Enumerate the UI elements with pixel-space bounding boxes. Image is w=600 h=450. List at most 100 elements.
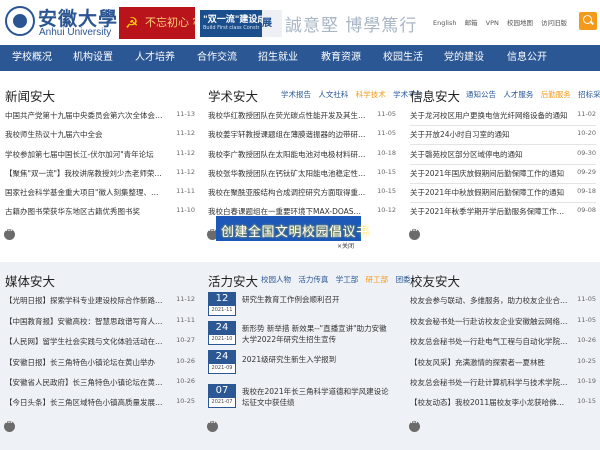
list-item[interactable]: 2021级研究生新生入学报到 [242, 354, 392, 365]
news-more-icon[interactable] [4, 228, 15, 240]
link-campus-map[interactable]: 校园地图 [507, 19, 533, 27]
list-item[interactable]: 国家社会科学基金重大项目"徽人刻集整理、研究..." 11-11 [5, 187, 195, 197]
popup-close-button[interactable]: ×关闭 [337, 241, 354, 250]
list-item[interactable]: 我校姜宇轩教授课题组在薄膜谐振器的边带研究... 11-05 [208, 129, 396, 139]
date-badge: 24 2021-10 [208, 321, 236, 345]
list-item[interactable]: 研究生教育工作例会顺利召开 [242, 294, 392, 305]
list-item[interactable]: 【今日头条】长三角区域特色小镇高质量发展论... 10-25 [5, 397, 195, 407]
popup-text: 创建全国文明校园倡议书 [221, 225, 370, 240]
nav-item-education[interactable]: 人才培养 [125, 45, 185, 71]
divider [410, 202, 596, 203]
tab-campus-figures[interactable]: 校园人物 [261, 275, 291, 284]
banner2-subtitle: Build First class Construction Achieveme… [203, 25, 259, 31]
nav-item-cooperation[interactable]: 合作交流 [187, 45, 247, 71]
tab-procurement[interactable]: 招标采购 [578, 90, 600, 99]
alumni-more-icon[interactable] [409, 420, 420, 432]
divider [410, 144, 596, 145]
nav-item-resources[interactable]: 教育资源 [311, 45, 371, 71]
notice-list: 关于龙河校区用户更换电信光纤网络设备的通知 11-02 关于开放24小时自习室的通… [410, 108, 596, 226]
tab-youth-league[interactable]: 团委 [396, 275, 411, 284]
divider [410, 164, 596, 165]
search-icon[interactable] [579, 12, 597, 30]
list-item[interactable]: 【校友动态】我校2011届校友李小龙获哈佛华人... 10-15 [410, 397, 596, 407]
list-item[interactable]: 古籍办图书荣获华东地区古籍优秀图书奖 11-10 [5, 206, 195, 216]
notice-more-icon[interactable] [409, 228, 420, 240]
notice-tabs: 通知公告 人才服务 后勤服务 招标采购 [466, 89, 600, 100]
university-logo[interactable]: 安徽大學 Anhui University [5, 6, 117, 40]
tab-notices[interactable]: 通知公告 [466, 90, 496, 99]
alumni-section-title[interactable]: 校友安大 [410, 271, 460, 290]
nav-item-departments[interactable]: 机构设置 [63, 45, 123, 71]
list-item[interactable]: 【人民网】留学生社会实践与文化体验活动在合... 10-27 [5, 336, 195, 346]
list-item[interactable]: 【安徽省人民政府】长三角特色小镇论坛在黄山... 10-26 [5, 377, 195, 387]
date-badge: 07 2021-07 [208, 384, 236, 408]
tab-graduate-affairs[interactable]: 研工部 [366, 275, 389, 284]
civilized-campus-popup[interactable]: 创建全国文明校园倡议书 [216, 216, 369, 241]
list-item[interactable]: 我校华红教授团队在荧光碳点性能开发及其生物... 11-05 [208, 110, 396, 120]
list-item[interactable]: 关于磬苑校区部分区域停电的通知 09-30 [410, 149, 596, 159]
divider [410, 125, 596, 126]
list-item[interactable]: 我校在聚酰亚胺结构合成调控研究方面取得重... 10-15 [208, 187, 396, 197]
list-item[interactable]: 【中国教育报】安徽高校：智慧思政谱写育人新... 11-11 [5, 316, 195, 326]
divider [410, 183, 596, 184]
nav-item-overview[interactable]: 学校概况 [2, 45, 62, 71]
nav-item-campus-life[interactable]: 校园生活 [373, 45, 433, 71]
logo-english-name: Anhui University [39, 27, 112, 38]
list-item[interactable]: 关于龙河校区用户更换电信光纤网络设备的通知 11-02 [410, 110, 596, 120]
list-item[interactable]: 关于2021年国庆放假期间后勤保障工作的通知 09-29 [410, 168, 596, 178]
media-section-title[interactable]: 媒体安大 [5, 271, 55, 290]
list-item[interactable]: 我校李广教授团队在太阳能电池对电极材料研究... 10-18 [208, 149, 396, 159]
university-emblem-icon [5, 6, 35, 36]
academic-tabs: 学术报告 人文社科 科学技术 学术平台 [281, 89, 428, 100]
tab-academic-reports[interactable]: 学术报告 [281, 90, 311, 99]
tab-student-affairs[interactable]: 学工部 [336, 275, 359, 284]
site-header: 安徽大學 Anhui University 不忘初心 牢记使命 "双一流"建设成… [0, 0, 600, 45]
list-item[interactable]: 学校参加第七届中国长江-伏尔加河"青年论坛 11-12 [5, 149, 195, 159]
list-item[interactable]: 我校在2021年长三角科学道德和学风建设论坛征文中获佳绩 [242, 386, 392, 408]
list-item[interactable]: 中国共产党第十九届中央委员会第六次全体会议... 11-13 [5, 110, 195, 120]
news-section-title[interactable]: 新闻安大 [5, 86, 55, 105]
academic-section-title[interactable]: 学术安大 [208, 86, 258, 105]
date-badge: 24 2021-09 [208, 350, 236, 374]
banner2-title: "双一流"建设成果展 [203, 15, 262, 25]
list-item[interactable]: 校友会秘书处一行赴访校友企业安徽触云网络科... 11-05 [410, 316, 596, 326]
list-item[interactable]: 校友总会秘书处一行赴计算机科学与技术学院调... 10-19 [410, 377, 596, 387]
news-list: 中国共产党第十九届中央委员会第六次全体会议... 11-13 我校师生热议十九届六… [5, 110, 195, 220]
vigor-tabs: 校园人物 活力传真 学工部 研工部 团委 [261, 274, 416, 285]
list-item[interactable]: 我校师生热议十九届六中全会 11-12 [5, 129, 195, 139]
list-item[interactable]: 关于2021年中秋放假期间后勤保障工作的通知 09-18 [410, 187, 596, 197]
tab-science-tech[interactable]: 科学技术 [356, 90, 386, 99]
party-banner[interactable]: 不忘初心 牢记使命 [119, 7, 195, 39]
list-item[interactable]: 新形势 新举措 新效果--"直播宣讲"助力安徽大学2022年研究生招生宣传 [242, 323, 392, 345]
double-first-class-banner[interactable]: "双一流"建设成果展 Build First class Constructio… [200, 10, 262, 37]
link-vpn[interactable]: VPN [486, 19, 499, 27]
link-email[interactable]: 邮箱 [465, 19, 478, 27]
list-item[interactable]: 校友总会秘书处一行赴电气工程与自动化学院调... 10-26 [410, 336, 596, 346]
list-item[interactable]: 校友会参与联动、多维服务，助力校友企业合肥... 11-05 [410, 295, 596, 305]
link-old-version[interactable]: 访问旧版 [541, 19, 567, 27]
list-item[interactable]: 【校友风采】充满激情的探索者—夏林胜 10-25 [410, 357, 596, 367]
date-badge: 12 2021-11 [208, 292, 236, 316]
list-item[interactable]: 【安徽日报】长三角特色小镇论坛在黄山举办 10-26 [5, 357, 195, 367]
list-item[interactable]: 我校白春课题组在一重要环境下MAX-DOAS反演... 10-12 [208, 206, 396, 216]
list-item[interactable]: 我校张华教授团队在钙钛矿太阳能电池稳定性和... 10-15 [208, 168, 396, 178]
nav-item-admissions[interactable]: 招生就业 [248, 45, 308, 71]
vigor-more-icon[interactable] [207, 420, 218, 432]
tab-vitality-fax[interactable]: 活力传真 [298, 275, 328, 284]
main-nav: 学校概况 机构设置 人才培养 合作交流 招生就业 教育资源 校园生活 党的建设 … [0, 45, 600, 71]
media-more-icon[interactable] [4, 420, 15, 432]
nav-item-party[interactable]: 党的建设 [434, 45, 494, 71]
media-list: 【光明日报】探索学科专业建设校际合作新路径... 11-12 【中国教育报】安徽高… [5, 295, 195, 410]
list-item[interactable]: 关于开放24小时自习室的通知 10-20 [410, 129, 596, 139]
notice-section-title[interactable]: 信息安大 [410, 86, 460, 105]
list-item[interactable]: 【聚焦"双一流"】我校讲席教授刘少杰老师荣获... 11-12 [5, 168, 195, 178]
tab-humanities[interactable]: 人文社科 [318, 90, 348, 99]
list-item[interactable]: 【光明日报】探索学科专业建设校际合作新路径... 11-12 [5, 295, 195, 305]
link-english[interactable]: English [433, 19, 456, 27]
vigor-section-title[interactable]: 活力安大 [208, 271, 258, 290]
tab-logistics[interactable]: 后勤服务 [541, 90, 571, 99]
list-item[interactable]: 关于2021年秋季学期开学后勤服务保障工作的通知 09-08 [410, 206, 596, 216]
tab-talent-services[interactable]: 人才服务 [503, 90, 533, 99]
top-links: English 邮箱 VPN 校园地图 访问旧版 [433, 17, 573, 27]
nav-item-disclosure[interactable]: 信息公开 [497, 45, 557, 71]
